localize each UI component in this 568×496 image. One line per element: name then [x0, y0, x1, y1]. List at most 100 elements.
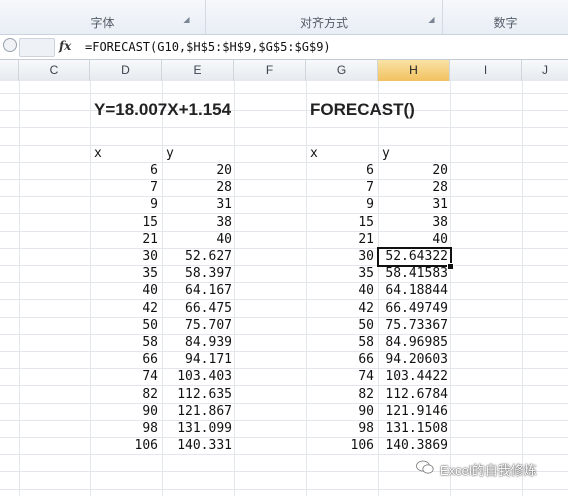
right-header-x[interactable]: x — [310, 145, 318, 162]
right-x-cell[interactable]: 90 — [306, 403, 374, 420]
left-y-cell[interactable]: 66.475 — [162, 300, 232, 317]
column-header-e[interactable]: E — [162, 60, 234, 81]
right-x-cell[interactable]: 21 — [306, 231, 374, 248]
font-dialog-launcher-icon[interactable]: ◢ — [182, 15, 191, 24]
right-x-cell[interactable]: 15 — [306, 214, 374, 231]
left-x-cell[interactable]: 98 — [90, 420, 158, 437]
right-x-cell[interactable]: 66 — [306, 351, 374, 368]
gridline — [0, 437, 568, 438]
left-x-cell[interactable]: 15 — [90, 214, 158, 231]
left-x-cell[interactable]: 66 — [90, 351, 158, 368]
left-y-cell[interactable]: 121.867 — [162, 403, 232, 420]
right-y-cell[interactable]: 112.6784 — [378, 386, 448, 403]
right-x-cell[interactable]: 106 — [306, 437, 374, 454]
right-y-cell[interactable]: 84.96985 — [378, 334, 448, 351]
left-y-cell[interactable]: 31 — [162, 196, 232, 213]
right-x-cell[interactable]: 98 — [306, 420, 374, 437]
right-y-cell[interactable]: 64.18844 — [378, 282, 448, 299]
right-y-cell[interactable]: 140.3869 — [378, 437, 448, 454]
gridline — [234, 81, 235, 496]
right-y-cell[interactable]: 131.1508 — [378, 420, 448, 437]
right-x-cell[interactable]: 9 — [306, 196, 374, 213]
left-y-cell[interactable]: 94.171 — [162, 351, 232, 368]
left-y-cell[interactable]: 64.167 — [162, 282, 232, 299]
right-x-cell[interactable]: 7 — [306, 179, 374, 196]
right-y-cell[interactable]: 40 — [378, 231, 448, 248]
left-y-cell[interactable]: 52.627 — [162, 248, 232, 265]
right-header-y[interactable]: y — [382, 145, 390, 162]
gridline — [0, 317, 568, 318]
insert-function-icon[interactable]: fx — [59, 39, 71, 53]
right-x-cell[interactable]: 50 — [306, 317, 374, 334]
gridline — [0, 162, 568, 163]
left-x-cell[interactable]: 6 — [90, 162, 158, 179]
formula-bar: fx =FORECAST(G10,$H$5:$H$9,$G$5:$G$9) — [0, 35, 568, 60]
left-x-cell[interactable]: 74 — [90, 368, 158, 385]
left-y-cell[interactable]: 58.397 — [162, 265, 232, 282]
column-header-h[interactable]: H — [378, 60, 450, 81]
right-x-cell[interactable]: 30 — [306, 248, 374, 265]
right-y-cell[interactable]: 121.9146 — [378, 403, 448, 420]
left-y-cell[interactable]: 131.099 — [162, 420, 232, 437]
alignment-dialog-launcher-icon[interactable]: ◢ — [427, 15, 436, 24]
left-x-cell[interactable]: 106 — [90, 437, 158, 454]
right-y-cell[interactable]: 20 — [378, 162, 448, 179]
right-y-cell[interactable]: 58.41583 — [378, 265, 448, 282]
right-x-cell[interactable]: 42 — [306, 300, 374, 317]
left-header-x[interactable]: x — [94, 145, 102, 162]
left-y-cell[interactable]: 103.403 — [162, 368, 232, 385]
right-y-cell[interactable]: 103.4422 — [378, 368, 448, 385]
left-table-title: Y=18.007X+1.154 — [94, 100, 232, 119]
column-header-j[interactable]: J — [522, 60, 568, 81]
left-x-cell[interactable]: 7 — [90, 179, 158, 196]
formula-input[interactable]: =FORECAST(G10,$H$5:$H$9,$G$5:$G$9) — [85, 40, 331, 54]
right-x-cell[interactable]: 58 — [306, 334, 374, 351]
left-y-cell[interactable]: 38 — [162, 214, 232, 231]
left-header-y[interactable]: y — [166, 145, 174, 162]
left-x-cell[interactable]: 42 — [90, 300, 158, 317]
right-y-cell[interactable]: 94.20603 — [378, 351, 448, 368]
left-y-cell[interactable]: 75.707 — [162, 317, 232, 334]
expand-namebox-icon[interactable] — [3, 38, 17, 52]
left-x-cell[interactable]: 90 — [90, 403, 158, 420]
left-x-cell[interactable]: 21 — [90, 231, 158, 248]
left-x-cell[interactable]: 58 — [90, 334, 158, 351]
right-y-cell[interactable]: 28 — [378, 179, 448, 196]
right-x-cell[interactable]: 74 — [306, 368, 374, 385]
worksheet-grid[interactable]: Y=18.007X+1.154 FORECAST() x y x y 6 20 7 2… — [0, 81, 568, 496]
gridline — [450, 81, 451, 496]
left-y-cell[interactable]: 40 — [162, 231, 232, 248]
left-y-cell[interactable]: 20 — [162, 162, 232, 179]
right-y-cell[interactable]: 75.73367 — [378, 317, 448, 334]
right-y-cell[interactable]: 38 — [378, 214, 448, 231]
column-header-c[interactable]: C — [19, 60, 90, 81]
right-y-cell[interactable]: 66.49749 — [378, 300, 448, 317]
right-y-cell[interactable]: 31 — [378, 196, 448, 213]
right-x-cell[interactable]: 35 — [306, 265, 374, 282]
column-header-f[interactable]: F — [234, 60, 306, 81]
left-x-cell[interactable]: 50 — [90, 317, 158, 334]
column-header-g[interactable]: G — [306, 60, 378, 81]
active-cell-h10[interactable] — [377, 247, 452, 267]
gridline — [0, 351, 568, 352]
right-x-cell[interactable]: 6 — [306, 162, 374, 179]
ribbon-group-font-label: 字体 — [90, 16, 115, 30]
left-y-cell[interactable]: 112.635 — [162, 386, 232, 403]
left-y-cell[interactable]: 140.331 — [162, 437, 232, 454]
left-x-cell[interactable]: 30 — [90, 248, 158, 265]
left-x-cell[interactable]: 82 — [90, 386, 158, 403]
ribbon-group-alignment-label: 对齐方式 — [299, 16, 348, 30]
left-y-cell[interactable]: 84.939 — [162, 334, 232, 351]
ribbon-group-number-label: 数字 — [493, 16, 518, 30]
left-y-cell[interactable]: 28 — [162, 179, 232, 196]
left-x-cell[interactable]: 35 — [90, 265, 158, 282]
right-x-cell[interactable]: 82 — [306, 386, 374, 403]
column-header-d[interactable]: D — [90, 60, 162, 81]
gridline — [0, 248, 568, 249]
fill-handle[interactable] — [447, 263, 454, 270]
row-header-corner[interactable] — [0, 60, 19, 81]
right-x-cell[interactable]: 40 — [306, 282, 374, 299]
left-x-cell[interactable]: 9 — [90, 196, 158, 213]
column-header-i[interactable]: I — [450, 60, 522, 81]
left-x-cell[interactable]: 40 — [90, 282, 158, 299]
